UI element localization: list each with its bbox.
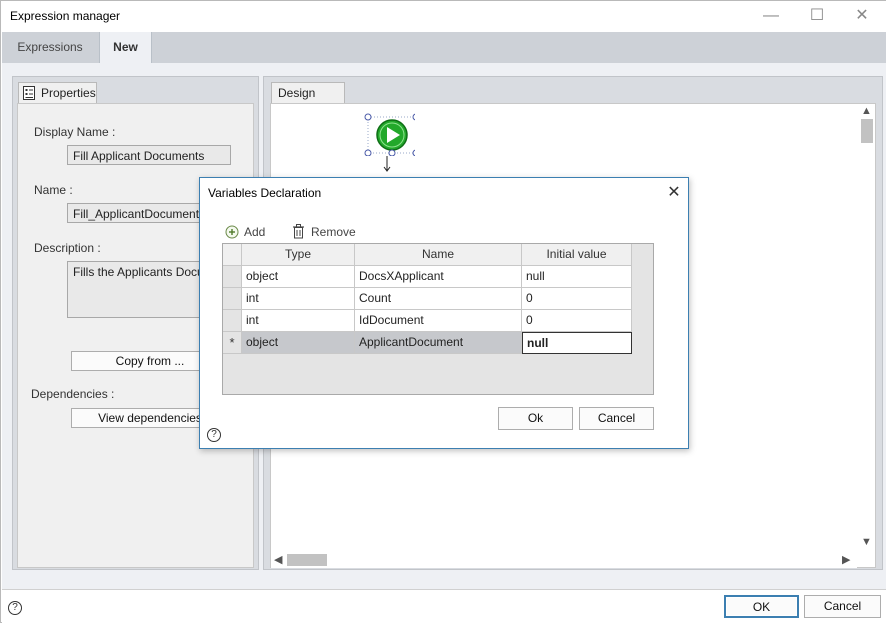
main-tab-strip: Expressions New [2,32,886,63]
scroll-down-icon[interactable]: ▼ [861,536,872,548]
footer-bar: ? OK Cancel [2,589,886,623]
column-header-initial-value[interactable]: Initial value [522,244,632,266]
description-label: Description : [34,241,101,255]
tab-properties[interactable]: Properties [18,82,97,103]
grid-corner [223,244,242,266]
type-cell[interactable]: object [242,332,355,354]
type-cell[interactable]: int [242,288,355,310]
maximize-icon[interactable]: ☐ [802,5,832,27]
name-cell[interactable]: ApplicantDocument [355,332,522,354]
scroll-left-icon[interactable]: ◀ [274,553,282,566]
initial-value-cell[interactable]: 0 [522,310,632,332]
row-header[interactable] [223,266,242,288]
dialog-close-icon[interactable]: ✕ [664,183,684,203]
dialog-ok-button[interactable]: Ok [498,407,573,430]
trash-icon [293,224,304,239]
scroll-right-icon[interactable]: ▶ [842,553,850,566]
dialog-help-icon[interactable]: ? [207,428,221,442]
name-cell[interactable]: IdDocument [355,310,522,332]
tab-new[interactable]: New [99,32,152,63]
help-icon[interactable]: ? [8,601,22,615]
vertical-scrollbar[interactable]: ▲ ▼ [857,104,874,552]
row-header[interactable] [223,310,242,332]
type-cell[interactable]: int [242,310,355,332]
ok-button[interactable]: OK [724,595,799,618]
vertical-scroll-thumb[interactable] [861,119,873,143]
name-cell[interactable]: Count [355,288,522,310]
horizontal-scrollbar[interactable]: ◀ ▶ [271,551,857,568]
cancel-button[interactable]: Cancel [804,595,881,618]
display-name-label: Display Name : [34,125,116,139]
scroll-up-icon[interactable]: ▲ [861,105,872,117]
dialog-cancel-button[interactable]: Cancel [579,407,654,430]
tab-expressions[interactable]: Expressions [2,32,98,63]
properties-tab-label: Properties [41,86,96,100]
close-icon[interactable]: ✕ [847,5,877,27]
dialog-title: Variables Declaration [208,186,322,200]
display-name-field[interactable]: Fill Applicant Documents [67,145,231,165]
add-icon [225,225,239,239]
title-bar: Expression manager — ☐ ✕ [1,1,886,32]
tab-design-view[interactable]: Design View [271,82,345,120]
initial-value-cell[interactable]: null [522,266,632,288]
type-cell[interactable]: object [242,266,355,288]
column-header-type[interactable]: Type [242,244,355,266]
horizontal-scroll-thumb[interactable] [287,554,327,566]
dependencies-label: Dependencies : [31,387,115,401]
row-header[interactable] [223,288,242,310]
new-row-marker-icon[interactable]: * [223,332,242,354]
window-title: Expression manager [10,9,121,23]
name-cell[interactable]: DocsXApplicant [355,266,522,288]
remove-label: Remove [311,225,356,239]
column-header-name[interactable]: Name [355,244,522,266]
expression-manager-window: Expression manager — ☐ ✕ Expressions New… [0,0,886,623]
minimize-icon[interactable]: — [756,5,786,27]
initial-value-cell[interactable]: 0 [522,288,632,310]
name-label: Name : [34,183,73,197]
variables-declaration-dialog: Variables Declaration ✕ Add Remove Type … [199,177,689,449]
add-label: Add [244,225,266,239]
initial-value-editor[interactable]: null [522,332,632,354]
properties-icon [23,86,35,100]
connector-arrow-icon [383,156,391,172]
variables-grid[interactable]: Type Name Initial value object DocsXAppl… [222,243,654,395]
start-node[interactable] [363,112,415,156]
